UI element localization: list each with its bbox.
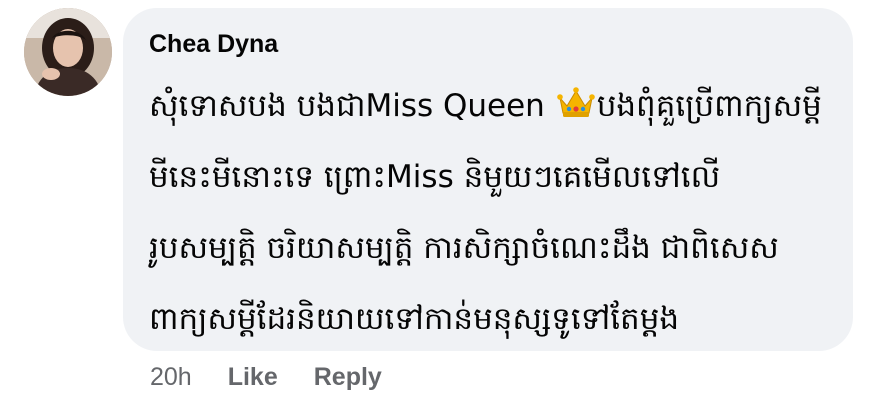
comment-line-text: សុំទោសបង បងជាMiss Queen — [149, 88, 555, 124]
reply-button[interactable]: Reply — [314, 363, 382, 392]
user-photo-avatar-icon — [24, 8, 112, 96]
comment-line-text: បងពុំគួប្រើពាក្យសម្តី — [596, 88, 822, 124]
comment-timestamp[interactable]: 20h — [150, 363, 192, 392]
comment-author-name[interactable]: Chea Dyna — [149, 30, 278, 58]
comment-line: សុំទោសបង បងជាMiss Queen បងពុំគួប្រើពាក្យ… — [149, 71, 839, 142]
comment-text: សុំទោសបង បងជាMiss Queen បងពុំគួប្រើពាក្យ… — [149, 71, 839, 355]
comment-line: មីនេះមីនោះទេ ព្រោះMiss និមួយៗគេមើលទៅលើ — [149, 159, 721, 195]
avatar[interactable] — [24, 8, 112, 96]
crown-emoji-icon — [556, 87, 595, 117]
comment-line: ពាក្យសម្តីដែរនិយាយទៅកាន់មនុស្សទូទៅតែម្តង — [149, 301, 680, 337]
comment-line: រូបសម្បត្តិ ចរិយាសម្បត្តិ ការសិក្សាចំណេះ… — [149, 230, 779, 266]
comment-bubble: Chea Dyna សុំទោសបង បងជាMiss Queen បងពុំគ… — [123, 8, 853, 351]
comment-actions: 20h Like Reply — [150, 361, 418, 393]
like-button[interactable]: Like — [228, 363, 278, 392]
